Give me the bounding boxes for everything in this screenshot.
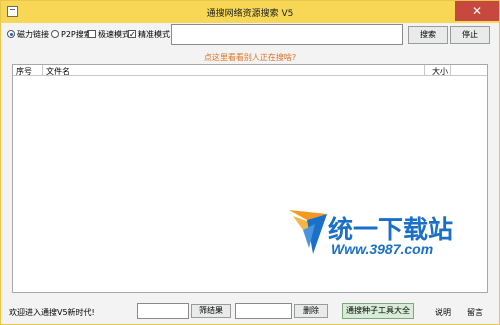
column-header-filename[interactable]: 文件名 — [46, 66, 70, 77]
search-button[interactable]: 搜索 — [408, 26, 448, 44]
column-divider[interactable] — [42, 65, 43, 75]
fast-mode-checkbox[interactable] — [88, 30, 96, 38]
column-divider[interactable] — [424, 65, 425, 75]
fast-mode-label[interactable]: 极速模式 — [98, 29, 130, 40]
message-link[interactable]: 留言 — [467, 307, 483, 318]
seed-tools-button[interactable]: 通搜种子工具大全 — [342, 303, 414, 319]
close-button[interactable]: ✕ — [455, 1, 499, 21]
window-title: 通搜网络资源搜索 V5 — [206, 9, 294, 19]
stop-button[interactable]: 停止 — [450, 26, 490, 44]
column-divider[interactable] — [450, 65, 451, 75]
delete-button[interactable]: 删除 — [294, 304, 328, 318]
watermark-logo-icon — [289, 210, 327, 254]
welcome-text: 欢迎进入通搜V5新时代! — [9, 308, 95, 317]
column-header-size[interactable]: 大小 — [432, 66, 448, 77]
delete-input[interactable] — [235, 303, 292, 319]
p2p-radio[interactable] — [51, 30, 59, 38]
search-input[interactable] — [171, 24, 403, 45]
watermark-url: Www.3987.com — [331, 241, 434, 257]
app-window: 通搜网络资源搜索 V5 ✕ 磁力链接 P2P搜索 极速模式 ✓ 精准模式 搜索 … — [0, 0, 500, 325]
column-header-index[interactable]: 序号 — [16, 66, 32, 77]
filter-input[interactable] — [137, 303, 189, 319]
filter-results-button[interactable]: 筛结果 — [191, 304, 231, 318]
help-link[interactable]: 说明 — [435, 307, 451, 318]
list-header: 序号 文件名 大小 — [13, 65, 487, 76]
trending-searches-link[interactable]: 点这里看看别人正在搜啥? — [1, 52, 499, 63]
magnet-radio[interactable] — [7, 30, 15, 38]
precise-mode-checkbox[interactable]: ✓ — [128, 30, 136, 39]
magnet-label[interactable]: 磁力链接 — [17, 29, 49, 40]
watermark: 统一下载站 Www.3987.com — [287, 206, 467, 266]
precise-mode-label[interactable]: 精准模式 — [138, 29, 170, 40]
title-bar: 通搜网络资源搜索 V5 ✕ — [1, 1, 499, 23]
